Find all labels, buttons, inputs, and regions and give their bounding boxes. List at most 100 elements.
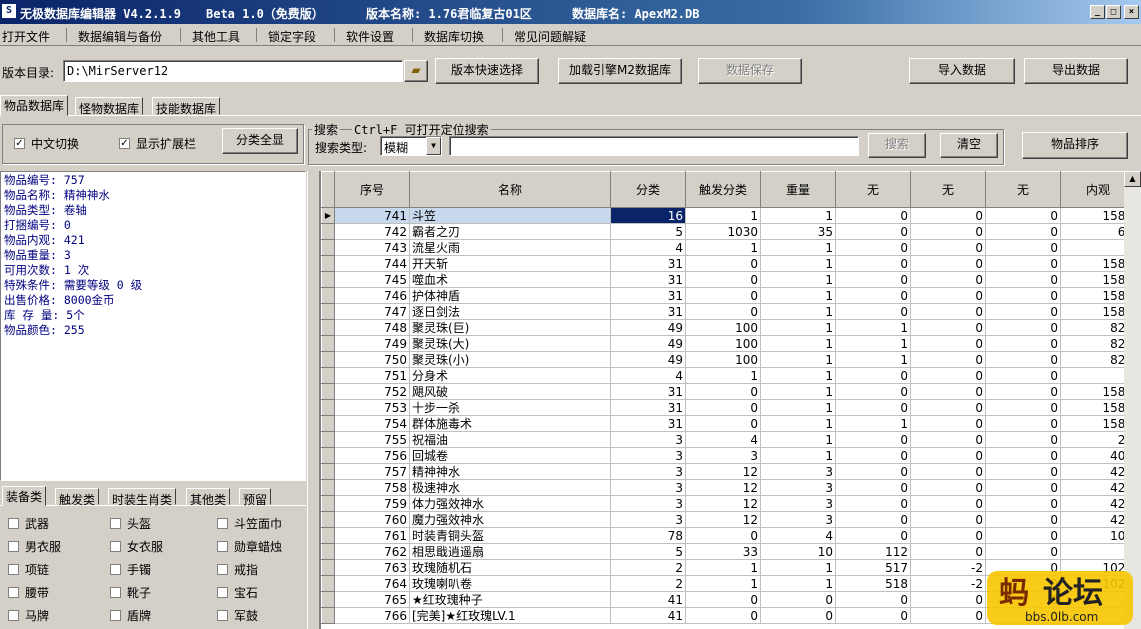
table-cell[interactable]: [完美]★红玫瑰LV.1 xyxy=(409,607,611,624)
table-cell[interactable]: 聚灵珠(巨) xyxy=(409,319,611,336)
cat-tab-trigger[interactable]: 触发类 xyxy=(55,488,100,507)
row-indicator[interactable] xyxy=(321,287,335,304)
row-indicator[interactable] xyxy=(321,399,335,416)
table-cell[interactable]: 0 xyxy=(910,479,986,496)
table-cell[interactable]: 护体神盾 xyxy=(409,287,611,304)
table-row[interactable]: 754 群体施毒术 31 0 1 1 0 0 1582 xyxy=(321,415,1136,432)
table-cell[interactable]: 749 xyxy=(334,335,410,352)
table-cell[interactable]: 2 xyxy=(610,559,686,576)
table-cell[interactable]: 玫瑰随机石 xyxy=(409,559,611,576)
table-cell[interactable]: 群体施毒术 xyxy=(409,415,611,432)
menu-faq[interactable]: 常见问题解疑 xyxy=(514,28,586,45)
row-indicator[interactable] xyxy=(321,575,335,592)
table-cell[interactable]: 3 xyxy=(610,463,686,480)
table-cell[interactable]: 精神神水 xyxy=(409,463,611,480)
table-cell[interactable]: 0 xyxy=(910,511,986,528)
table-cell[interactable]: 78 xyxy=(610,527,686,544)
category-checkbox[interactable]: 项链 xyxy=(8,561,49,578)
category-checkbox[interactable]: 马牌 xyxy=(8,607,49,624)
category-checkbox[interactable]: 盾牌 xyxy=(110,607,151,624)
table-cell[interactable]: 0 xyxy=(910,239,986,256)
row-indicator[interactable] xyxy=(321,303,335,320)
cat-tab-reserved[interactable]: 预留 xyxy=(239,488,272,507)
table-cell[interactable]: 3 xyxy=(760,479,836,496)
table-cell[interactable]: 1 xyxy=(760,271,836,288)
vertical-scrollbar[interactable]: ▲ xyxy=(1124,171,1141,629)
column-header[interactable]: 无 xyxy=(985,171,1061,208)
table-cell[interactable]: 761 xyxy=(334,527,410,544)
table-cell[interactable]: 1 xyxy=(760,351,836,368)
column-header[interactable]: 触发分类 xyxy=(685,171,761,208)
category-checkbox[interactable]: 武器 xyxy=(8,515,49,532)
table-cell[interactable]: 49 xyxy=(610,319,686,336)
row-indicator[interactable] xyxy=(321,223,335,240)
table-cell[interactable]: 16 xyxy=(610,207,686,224)
table-cell[interactable]: 0 xyxy=(835,287,911,304)
table-cell[interactable]: 0 xyxy=(985,223,1061,240)
table-cell[interactable]: 0 xyxy=(985,207,1061,224)
table-cell[interactable]: 747 xyxy=(334,303,410,320)
table-cell[interactable]: 1 xyxy=(760,415,836,432)
menu-settings[interactable]: 软件设置 xyxy=(346,28,394,45)
row-indicator[interactable] xyxy=(321,543,335,560)
menu-other-tools[interactable]: 其他工具 xyxy=(192,28,240,45)
table-row[interactable]: 756 回城卷 3 3 1 0 0 0 402 xyxy=(321,447,1136,464)
tab-monsters[interactable]: 怪物数据库 xyxy=(75,97,144,116)
table-cell[interactable]: 517 xyxy=(835,559,911,576)
table-cell[interactable]: 0 xyxy=(910,319,986,336)
splitter[interactable] xyxy=(307,171,320,629)
table-cell[interactable]: 1 xyxy=(760,207,836,224)
table-cell[interactable]: 12 xyxy=(685,495,761,512)
table-cell[interactable]: 0 xyxy=(685,591,761,608)
row-indicator[interactable] xyxy=(321,367,335,384)
row-indicator[interactable] xyxy=(321,463,335,480)
menu-open-file[interactable]: 打开文件 xyxy=(2,28,50,45)
row-indicator[interactable] xyxy=(321,383,335,400)
table-row[interactable]: 759 体力强效神水 3 12 3 0 0 0 424 xyxy=(321,495,1136,512)
search-type-select[interactable]: 模糊 ▼ xyxy=(380,136,442,156)
row-indicator[interactable] xyxy=(321,479,335,496)
row-indicator[interactable] xyxy=(321,559,335,576)
table-cell[interactable]: 0 xyxy=(835,399,911,416)
current-row-arrow-icon[interactable]: ▶ xyxy=(321,207,335,224)
table-cell[interactable]: 3 xyxy=(685,447,761,464)
table-cell[interactable]: 1 xyxy=(685,207,761,224)
table-cell[interactable]: 10 xyxy=(760,543,836,560)
table-cell[interactable]: 0 xyxy=(835,207,911,224)
table-cell[interactable]: 0 xyxy=(835,511,911,528)
table-cell[interactable]: 41 xyxy=(610,607,686,624)
category-checkbox[interactable]: 靴子 xyxy=(110,584,151,601)
table-cell[interactable]: 0 xyxy=(910,207,986,224)
table-cell[interactable]: 12 xyxy=(685,463,761,480)
table-row[interactable]: 757 精神神水 3 12 3 0 0 0 421 xyxy=(321,463,1136,480)
table-cell[interactable]: 0 xyxy=(985,399,1061,416)
table-cell[interactable]: 3 xyxy=(760,463,836,480)
table-cell[interactable]: 0 xyxy=(910,287,986,304)
table-row[interactable]: 753 十步一杀 31 0 1 0 0 0 1582 xyxy=(321,399,1136,416)
row-indicator[interactable] xyxy=(321,527,335,544)
table-cell[interactable]: 746 xyxy=(334,287,410,304)
table-cell[interactable]: 0 xyxy=(985,415,1061,432)
load-engine-button[interactable]: 加载引擎M2数据库 xyxy=(558,58,682,84)
table-cell[interactable]: 霸者之刃 xyxy=(409,223,611,240)
table-cell[interactable]: 0 xyxy=(910,447,986,464)
table-cell[interactable]: 魔力强效神水 xyxy=(409,511,611,528)
table-cell[interactable]: 0 xyxy=(835,495,911,512)
table-cell[interactable]: 757 xyxy=(334,463,410,480)
table-cell[interactable]: 754 xyxy=(334,415,410,432)
table-cell[interactable]: 765 xyxy=(334,591,410,608)
table-cell[interactable]: 0 xyxy=(760,607,836,624)
table-cell[interactable]: 0 xyxy=(985,447,1061,464)
table-cell[interactable]: 开天斩 xyxy=(409,255,611,272)
category-all-button[interactable]: 分类全显 xyxy=(222,128,298,154)
table-row[interactable]: 762相思戢逍遥扇53310112007 xyxy=(321,543,1136,560)
table-cell[interactable]: 1 xyxy=(760,287,836,304)
row-indicator[interactable] xyxy=(321,239,335,256)
table-cell[interactable]: 分身术 xyxy=(409,367,611,384)
chinese-switch-checkbox[interactable]: ✓ 中文切换 xyxy=(14,135,79,152)
table-cell[interactable]: 0 xyxy=(685,415,761,432)
row-indicator[interactable] xyxy=(321,607,335,624)
cat-tab-fashion[interactable]: 时装生肖类 xyxy=(108,488,177,507)
table-cell[interactable]: 0 xyxy=(685,303,761,320)
table-cell[interactable]: 1 xyxy=(685,559,761,576)
